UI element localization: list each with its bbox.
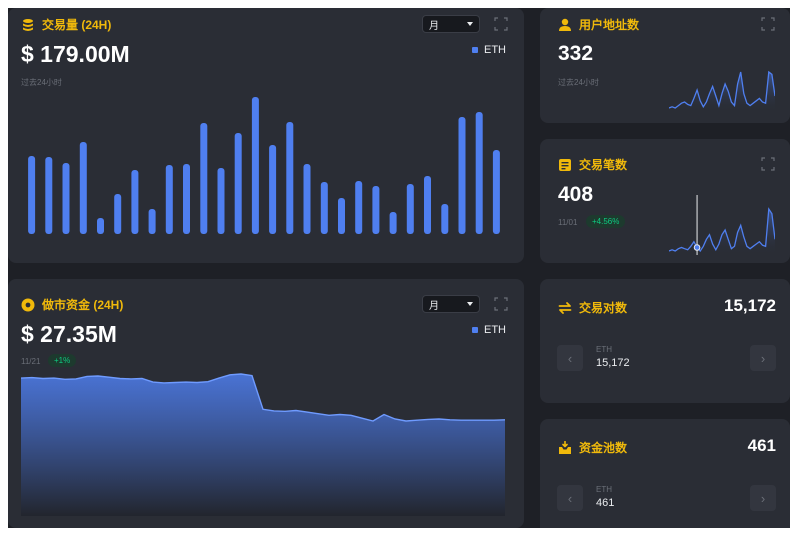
users-card: 用户地址数 332 过去24小时 [540,8,790,123]
hover-point [693,244,701,251]
pairs-title-text: 交易对数 [579,301,628,315]
pairs-value: 15,172 [724,296,776,315]
users-title-text: 用户地址数 [579,18,640,32]
volume-bar[interactable] [338,198,345,234]
volume-bar[interactable] [200,123,208,234]
pairs-card: 交易对数 15,172 ‹ ETH 15,172 › [540,279,790,403]
pools-prev-button[interactable]: ‹ [557,485,583,511]
transactions-title-text: 交易笔数 [579,158,628,172]
transactions-change-badge: +4.56% [586,215,626,228]
users-sparkline [669,70,775,112]
volume-bar[interactable] [303,164,311,234]
volume-bar[interactable] [475,112,483,234]
sparkline-area [669,209,775,255]
transactions-card-title: 交易笔数 [558,156,627,173]
volume-bar[interactable] [441,204,449,234]
volume-bar[interactable] [45,157,53,234]
dashboard: 交易量 (24H) 月 $ 179.00M 过去24小时 ETH 做市资金 (2… [8,8,790,528]
volume-bar[interactable] [406,184,414,234]
volume-bar[interactable] [251,97,259,234]
pairs-prev-button[interactable]: ‹ [557,345,583,371]
volume-bar[interactable] [79,142,87,234]
chevron-right-icon: › [760,490,766,506]
pairs-pager-value: 15,172 [596,357,630,369]
chevron-left-icon: ‹ [567,490,573,506]
transactions-sparkline [669,195,775,255]
volume-bar[interactable] [114,194,122,234]
pairs-card-title: 交易对数 [558,299,627,316]
transactions-date: 11/01 [558,218,578,227]
expand-icon[interactable] [761,157,775,171]
volume-bar[interactable] [372,186,380,234]
pools-card-title: 资金池数 [558,439,627,456]
pool-inbox-icon [558,440,572,455]
pools-next-button[interactable]: › [750,485,776,511]
pools-card: 资金池数 461 ‹ ETH 461 › [540,419,790,528]
volume-bar[interactable] [131,170,139,234]
volume-bar[interactable] [148,209,156,234]
users-period-note: 过去24小时 [558,78,599,87]
users-value: 332 [558,42,594,65]
volume-bar[interactable] [269,145,277,234]
pools-title-text: 资金池数 [579,441,628,455]
pools-pager-label: ETH [596,485,612,494]
transactions-card: 交易笔数 408 11/01 +4.56% [540,139,790,263]
swap-arrows-icon [558,301,572,315]
pools-pager-value: 461 [596,497,615,509]
volume-bar[interactable] [458,117,466,234]
chevron-right-icon: › [760,350,766,366]
pairs-pager-label: ETH [596,345,612,354]
expand-icon[interactable] [761,17,775,31]
volume-bar[interactable] [424,176,431,234]
market-making-area [21,374,505,516]
chevron-left-icon: ‹ [567,350,573,366]
volume-bar[interactable] [28,156,36,234]
transactions-value: 408 [558,183,594,206]
volume-bar[interactable] [62,163,70,234]
users-card-title: 用户地址数 [558,16,639,33]
volume-bar[interactable] [217,168,225,234]
market-making-area-chart [20,373,506,516]
pools-value: 461 [747,436,776,455]
receipt-icon [558,158,572,172]
volume-bar[interactable] [97,218,104,234]
user-icon [558,18,572,32]
volume-bar[interactable] [234,133,242,234]
volume-bar[interactable] [355,181,363,234]
volume-card: 交易量 (24H) 月 $ 179.00M 过去24小时 ETH [8,8,524,263]
market-making-card: 做市资金 (24H) 月 $ 27.35M 11/21 +1% ETH [8,279,524,528]
volume-bar[interactable] [492,150,500,234]
volume-bar[interactable] [286,122,294,234]
volume-bar[interactable] [320,182,328,234]
volume-bar[interactable] [183,164,190,234]
volume-bar[interactable] [389,212,397,234]
pairs-next-button[interactable]: › [750,345,776,371]
volume-bar-chart [28,97,500,234]
volume-bar[interactable] [165,165,173,234]
